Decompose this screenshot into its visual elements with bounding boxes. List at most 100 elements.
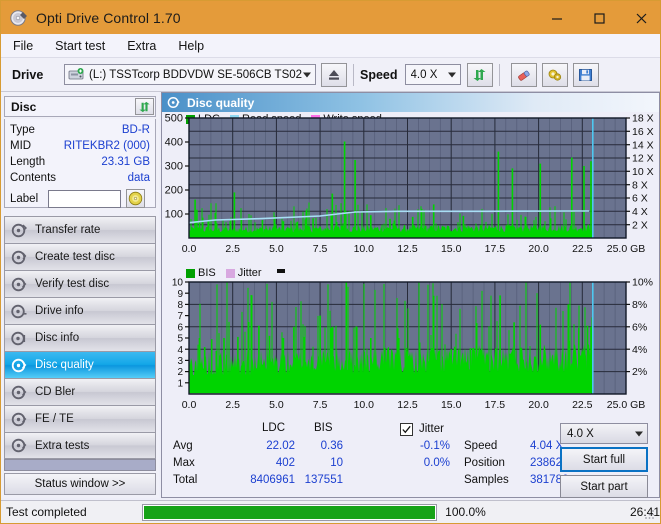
disc-panel-title: Disc — [11, 99, 37, 114]
disc-icon — [11, 412, 28, 427]
position-stat-label: Position — [464, 457, 505, 469]
test-speed-value: 4.0 X — [567, 427, 594, 440]
svg-text:5.0: 5.0 — [269, 399, 284, 411]
menu-bar: File Start test Extra Help — [1, 34, 660, 58]
sidebar-item-transfer-rate[interactable]: Transfer rate — [4, 216, 156, 243]
sidebar-item-label: Transfer rate — [35, 224, 101, 236]
disc-field-type-label: Type — [10, 124, 35, 136]
disc-icon — [11, 358, 28, 373]
svg-text:18 X: 18 X — [632, 113, 654, 125]
close-button[interactable] — [620, 1, 660, 34]
stats-avg-ldc: 22.02 — [266, 440, 295, 452]
menu-help[interactable]: Help — [168, 37, 214, 55]
disc-refresh-button[interactable] — [135, 98, 154, 115]
stats-max-bis: 10 — [330, 457, 343, 469]
disc-field-type-value: BD-R — [121, 124, 150, 136]
erase-button[interactable] — [510, 62, 537, 87]
svg-text:5: 5 — [177, 334, 183, 345]
speed-select[interactable]: 4.0 X — [404, 64, 461, 85]
sidebar-item-label: FE / TE — [35, 413, 74, 425]
svg-text:400: 400 — [165, 137, 183, 149]
disc-icon — [11, 331, 28, 346]
svg-text:16 X: 16 X — [632, 126, 654, 138]
jitter-checkbox[interactable] — [400, 423, 413, 436]
stats-max-ldc: 402 — [275, 457, 295, 469]
svg-text:2.5: 2.5 — [225, 399, 240, 411]
drive-select[interactable]: (L:) TSSTcorp BDDVDW SE-506CB TS02 — [64, 64, 316, 85]
minimize-button[interactable] — [536, 1, 578, 34]
ldc-chart[interactable]: 1002003004005002 X4 X6 X8 X10 X12 X14 X1… — [162, 113, 659, 288]
disc-field-length: Length 23.31 GB — [10, 154, 150, 170]
svg-text:8%: 8% — [632, 299, 647, 311]
svg-text:20.0: 20.0 — [528, 399, 549, 411]
svg-text:22.5: 22.5 — [572, 399, 593, 411]
chevron-down-icon — [447, 72, 456, 77]
sidebar-item-fe-te[interactable]: FE / TE — [4, 405, 156, 432]
status-window-button[interactable]: Status window >> — [4, 473, 156, 495]
sidebar-item-verify-test-disc[interactable]: Verify test disc — [4, 270, 156, 297]
svg-text:7.5: 7.5 — [313, 243, 328, 255]
menu-file[interactable]: File — [3, 37, 43, 55]
disc-field-length-value: 23.31 GB — [101, 156, 150, 168]
disc-icon — [11, 438, 28, 453]
refresh-button[interactable] — [466, 62, 493, 87]
bis-chart[interactable]: 12345678910 2% 4% 6% 8% 10% 0.0 2.5 5.0 7.5 10.0 12… — [162, 275, 659, 420]
eject-button[interactable] — [321, 62, 347, 87]
left-panel: Disc Type BD-R MID RITEKBR2 (000) Length… — [1, 92, 159, 498]
svg-text:0.0: 0.0 — [182, 399, 197, 411]
disc-label-disc-button[interactable] — [126, 189, 145, 208]
disc-field-contents-label: Contents — [10, 172, 57, 184]
sidebar-item-extra-tests[interactable]: Extra tests — [4, 432, 156, 459]
speed-stat-value: 4.04 X — [530, 440, 564, 452]
maximize-button[interactable] — [578, 1, 620, 34]
svg-text:7: 7 — [177, 311, 183, 322]
test-speed-select[interactable]: 4.0 X — [560, 423, 648, 444]
window-title: Opti Drive Control 1.70 — [36, 9, 181, 26]
settings-button[interactable] — [541, 62, 568, 87]
svg-text:2%: 2% — [632, 366, 647, 378]
svg-text:17.5: 17.5 — [485, 243, 506, 255]
disc-label-row: Label — [10, 188, 150, 209]
svg-text:17.5: 17.5 — [485, 399, 506, 411]
sidebar-item-label: Disc quality — [35, 359, 94, 371]
start-part-button[interactable]: Start part — [560, 475, 648, 498]
svg-text:4: 4 — [177, 345, 183, 356]
disc-icon — [11, 250, 28, 265]
svg-text:2 X: 2 X — [632, 219, 648, 231]
disc-label-input[interactable] — [48, 189, 121, 208]
svg-text:25.0 GB: 25.0 GB — [607, 399, 646, 411]
svg-text:500: 500 — [165, 113, 183, 125]
svg-text:6: 6 — [177, 322, 183, 333]
stats-avg-bis: 0.36 — [320, 440, 343, 452]
sidebar-item-label: Create test disc — [35, 251, 115, 263]
start-full-button[interactable]: Start full — [560, 447, 648, 472]
svg-text:7.5: 7.5 — [313, 399, 328, 411]
content-header: Disc quality — [162, 93, 659, 112]
stats-total-ldc: 8406961 — [250, 474, 295, 486]
sidebar-item-disc-quality[interactable]: Disc quality — [4, 351, 156, 378]
sidebar-filler — [4, 459, 156, 471]
content-title: Disc quality — [187, 95, 255, 110]
app-disc-icon — [10, 9, 28, 27]
stats-panel: LDC BIS Avg 22.02 0.36 Max 402 10 Total … — [162, 419, 659, 498]
sidebar-item-create-test-disc[interactable]: Create test disc — [4, 243, 156, 270]
svg-text:4 X: 4 X — [632, 206, 648, 218]
svg-text:25.0 GB: 25.0 GB — [607, 243, 646, 255]
resize-grip[interactable] — [644, 507, 656, 519]
status-bar: Test completed 100.0% 26:41 — [1, 500, 660, 523]
sidebar-item-label: Disc info — [35, 332, 80, 344]
sidebar-item-cd-bler[interactable]: CD Bler — [4, 378, 156, 405]
speed-stat-label: Speed — [464, 440, 498, 452]
sidebar-item-label: CD Bler — [35, 386, 76, 398]
menu-start-test[interactable]: Start test — [45, 37, 115, 55]
disc-field-length-label: Length — [10, 156, 46, 168]
svg-text:10: 10 — [172, 278, 184, 289]
svg-text:5.0: 5.0 — [269, 243, 284, 255]
toolbar-separator-2 — [498, 63, 500, 86]
sidebar-item-drive-info[interactable]: Drive info — [4, 297, 156, 324]
sidebar-item-label: Extra tests — [35, 439, 90, 452]
save-button[interactable] — [572, 62, 599, 87]
sidebar-item-disc-info[interactable]: Disc info — [4, 324, 156, 351]
svg-text:2: 2 — [177, 367, 183, 378]
menu-extra[interactable]: Extra — [117, 37, 166, 55]
